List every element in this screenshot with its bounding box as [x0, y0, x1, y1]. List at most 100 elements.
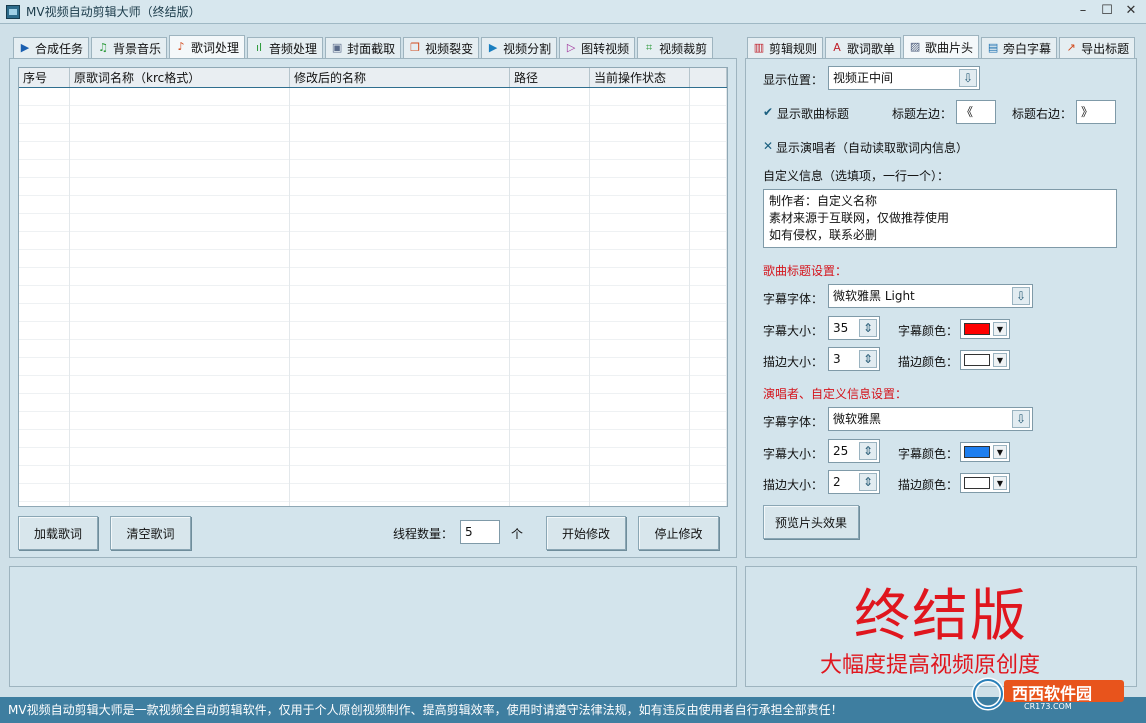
tab-lyrics-playlist[interactable]: A 歌词歌单 [825, 37, 902, 58]
table-body [19, 88, 727, 506]
waveform-icon: ıl [255, 41, 263, 54]
tab-video-crop[interactable]: ⌗ 视频裁剪 [637, 37, 714, 58]
title-font-select[interactable]: 微软雅黑 Light ⇩ [828, 284, 1033, 308]
tab-compose-task[interactable]: ▶ 合成任务 [13, 37, 90, 58]
thread-count-input[interactable]: 5 [460, 520, 500, 544]
tab-audio-processing[interactable]: ıl 音频处理 [247, 37, 324, 58]
singer-stroke-color-picker[interactable]: ▼ [960, 473, 1010, 493]
title-size-value: 35 [833, 321, 849, 335]
custom-info-line: 如有侵权，联系必删 [769, 228, 878, 242]
maximize-icon[interactable]: ☐ [1098, 2, 1116, 20]
tab-label: 合成任务 [35, 41, 84, 56]
title-color-picker[interactable]: ▼ [960, 319, 1010, 339]
play-icon: ▶ [20, 41, 30, 54]
chevron-down-icon[interactable]: ⇩ [959, 69, 977, 87]
lyrics-icon: ♪ [177, 40, 185, 53]
music-note-icon: ♫ [98, 41, 108, 54]
chevron-down-icon[interactable]: ▼ [993, 322, 1007, 336]
cross-icon[interactable]: ✕ [763, 139, 773, 153]
singer-font-select[interactable]: 微软雅黑 ⇩ [828, 407, 1033, 431]
title-stroke-stepper[interactable]: 3 ⇕ [828, 347, 880, 371]
tab-label: 图转视频 [581, 41, 630, 56]
tab-edit-rules[interactable]: ▥ 剪辑规则 [747, 37, 824, 58]
font-icon: A [833, 41, 841, 54]
tab-cover-capture[interactable]: ▣ 封面截取 [325, 37, 402, 58]
clear-lyrics-button[interactable]: 清空歌词 [110, 516, 191, 550]
log-panel [9, 566, 737, 687]
custom-info-line: 素材来源于互联网，仅做推荐使用 [769, 211, 950, 225]
stepper-arrow-icon[interactable]: ⇕ [859, 319, 877, 337]
singer-size-label: 字幕大小： [763, 447, 824, 461]
chevron-down-icon[interactable]: ▼ [993, 445, 1007, 459]
watermark-brand: 西西软件园 [1012, 684, 1093, 703]
custom-info-textarea[interactable]: 制作者：自定义名称 素材来源于互联网，仅做推荐使用 如有侵权，联系必删 [763, 189, 1117, 248]
title-left-input[interactable]: 《 [956, 100, 996, 124]
watermark-site: CR173.COM [1024, 702, 1072, 711]
column-header-path[interactable]: 路径 [510, 68, 590, 87]
title-right-input[interactable]: 》 [1076, 100, 1116, 124]
singer-stroke-color-label: 描边颜色： [898, 478, 959, 492]
column-header-spacer [690, 68, 727, 87]
tab-label: 视频裂变 [425, 41, 474, 56]
tab-song-intro[interactable]: ▨ 歌曲片头 [903, 35, 980, 58]
singer-color-label: 字幕颜色： [898, 447, 959, 461]
singer-stroke-label: 描边大小： [763, 478, 824, 492]
show-title-checkbox-label[interactable]: 显示歌曲标题 [777, 105, 849, 122]
color-swatch [964, 477, 990, 489]
singer-size-stepper[interactable]: 25 ⇕ [828, 439, 880, 463]
chevron-down-icon[interactable]: ⇩ [1012, 287, 1030, 305]
title-size-label: 字幕大小： [763, 324, 824, 338]
chevron-down-icon[interactable]: ⇩ [1012, 410, 1030, 428]
title-bar: MV视频自动剪辑大师（终结版） – ☐ ✕ [0, 0, 1146, 24]
stop-modify-button[interactable]: 停止修改 [638, 516, 719, 550]
column-header-status[interactable]: 当前操作状态 [590, 68, 690, 87]
watermark-logo: 西西软件园 CR173.COM [968, 672, 1128, 712]
stepper-arrow-icon[interactable]: ⇕ [859, 473, 877, 491]
tab-lyrics-processing[interactable]: ♪ 歌词处理 [169, 35, 246, 58]
title-font-value: 微软雅黑 Light [833, 289, 915, 303]
lyrics-panel: 序号 原歌词名称（krc格式） 修改后的名称 路径 当前操作状态 加载歌词 清空… [9, 58, 737, 558]
close-icon[interactable]: ✕ [1122, 2, 1140, 20]
singer-stroke-stepper[interactable]: 2 ⇕ [828, 470, 880, 494]
show-singer-checkbox-label[interactable]: 显示演唱者（自动读取歌词内信息） [776, 139, 968, 156]
title-stroke-color-picker[interactable]: ▼ [960, 350, 1010, 370]
tab-video-split[interactable]: ▶ 视频分割 [481, 37, 558, 58]
position-label: 显示位置： [763, 73, 824, 87]
tab-image-to-video[interactable]: ▷ 图转视频 [559, 37, 636, 58]
position-select[interactable]: 视频正中间 ⇩ [828, 66, 980, 90]
load-lyrics-button[interactable]: 加载歌词 [18, 516, 98, 550]
tab-narration-subtitles[interactable]: ▤ 旁白字幕 [981, 37, 1058, 58]
check-icon[interactable]: ✔ [763, 105, 773, 119]
chevron-down-icon[interactable]: ▼ [993, 353, 1007, 367]
app-icon [6, 4, 20, 19]
slideshow-icon: ▷ [566, 41, 576, 54]
promo-headline: 终结版 [854, 584, 1028, 649]
chevron-down-icon[interactable]: ▼ [993, 476, 1007, 490]
singer-size-value: 25 [833, 444, 849, 458]
stepper-arrow-icon[interactable]: ⇕ [859, 442, 877, 460]
tab-label: 歌词歌单 [847, 41, 896, 56]
tab-label: 剪辑规则 [769, 41, 818, 56]
start-modify-button[interactable]: 开始修改 [546, 516, 626, 550]
tab-export-title[interactable]: ↗ 导出标题 [1059, 37, 1136, 58]
color-swatch [964, 323, 990, 335]
singer-color-picker[interactable]: ▼ [960, 442, 1010, 462]
preview-intro-button[interactable]: 预览片头效果 [763, 505, 859, 539]
table-header: 序号 原歌词名称（krc格式） 修改后的名称 路径 当前操作状态 [19, 68, 727, 88]
custom-info-label: 自定义信息（选填项，一行一个）： [763, 169, 950, 183]
picture-icon: ▨ [909, 40, 921, 53]
tab-background-music[interactable]: ♫ 背景音乐 [91, 37, 168, 58]
column-header-original-name[interactable]: 原歌词名称（krc格式） [70, 68, 290, 87]
title-right-label: 标题右边： [1012, 107, 1073, 121]
left-tab-bar: ▶ 合成任务 ♫ 背景音乐 ♪ 歌词处理 ıl 音频处理 ▣ 封面截取 ❐ 视频裂变 ▶ 视频… [13, 35, 714, 58]
thread-count-label: 线程数量： [393, 527, 454, 541]
minimize-icon[interactable]: – [1074, 2, 1092, 20]
lyrics-table[interactable]: 序号 原歌词名称（krc格式） 修改后的名称 路径 当前操作状态 [18, 67, 728, 507]
singer-font-label: 字幕字体： [763, 415, 824, 429]
column-header-new-name[interactable]: 修改后的名称 [290, 68, 510, 87]
tab-label: 导出标题 [1081, 41, 1130, 56]
title-size-stepper[interactable]: 35 ⇕ [828, 316, 880, 340]
stepper-arrow-icon[interactable]: ⇕ [859, 350, 877, 368]
tab-video-fission[interactable]: ❐ 视频裂变 [403, 37, 480, 58]
column-header-index[interactable]: 序号 [19, 68, 70, 87]
